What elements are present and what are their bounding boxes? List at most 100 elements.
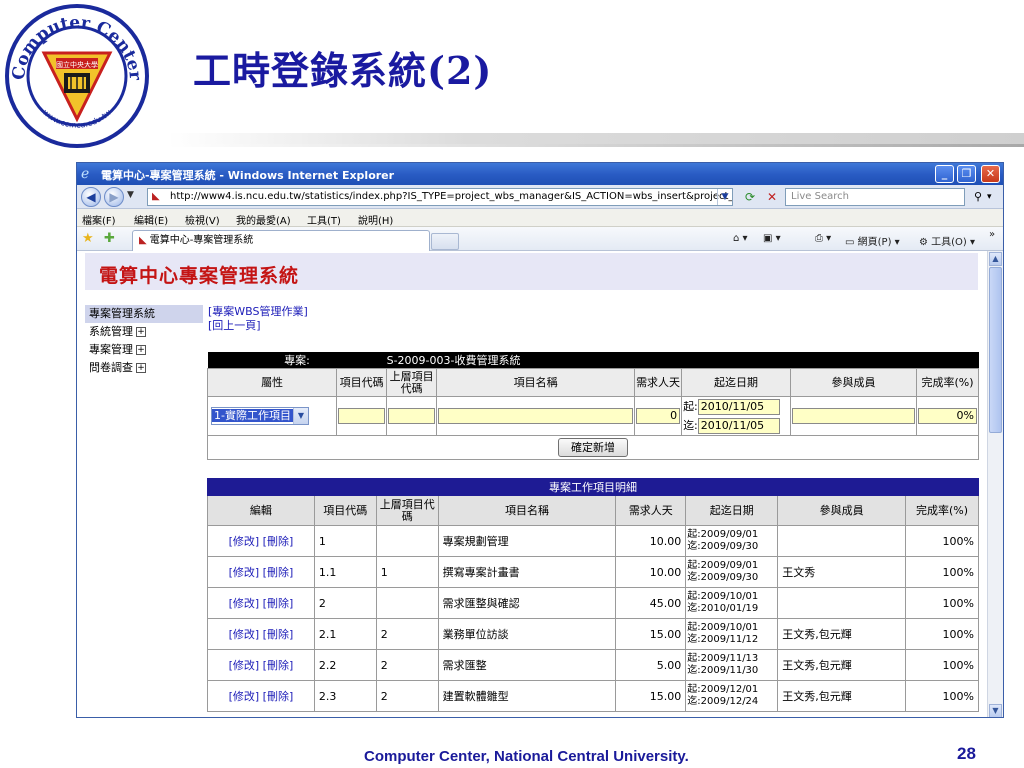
chevron-down-icon: ▼: [292, 408, 308, 424]
col-header: 需求人天: [634, 368, 683, 397]
expand-icon[interactable]: +: [136, 363, 146, 373]
sidebar-item-system-admin[interactable]: 系統管理 +: [85, 323, 203, 341]
refresh-button[interactable]: ⟳: [740, 188, 760, 206]
chevron-more-icon[interactable]: »: [989, 229, 995, 240]
item-name-input[interactable]: [438, 408, 634, 424]
edit-link[interactable]: [修改]: [229, 690, 260, 703]
expand-icon[interactable]: +: [136, 327, 146, 337]
sidebar: 專案管理系統 系統管理 + 專案管理 + 問卷調查 +: [85, 305, 203, 377]
completion-input[interactable]: 0%: [917, 408, 977, 424]
end-date: 迄:2009/09/30: [687, 541, 759, 552]
history-dropdown-icon[interactable]: ▼: [127, 190, 134, 200]
menu-file[interactable]: 檔案(F): [82, 212, 116, 227]
close-button[interactable]: ✕: [981, 165, 1000, 183]
slide-title: 工時登錄系統(2): [193, 48, 493, 93]
col-header: 項目名稱: [437, 495, 617, 526]
parent-code-input[interactable]: [388, 408, 436, 424]
sidebar-item-project-system[interactable]: 專案管理系統: [85, 305, 203, 323]
table-row: [修改] [刪除] 1 專案規劃管理 10.00 起:2009/09/01 迄:2…: [207, 525, 979, 557]
parent-code: 2: [375, 618, 439, 650]
new-tab-button[interactable]: [431, 233, 459, 250]
tab-bar: ★ ✚ ◣ 電算中心-專案管理系統 ⌂ ▾ ▣ ▾ ⎙ ▾ ▭ 網頁(P) ▾ ⚙…: [77, 227, 1003, 251]
favorites-star-icon[interactable]: ★: [82, 231, 94, 246]
home-icon[interactable]: ⌂ ▾: [733, 233, 748, 244]
title-divider: [168, 133, 1024, 147]
tools-menu[interactable]: ⚙ 工具(O) ▾: [919, 233, 975, 248]
maximize-button[interactable]: ❐: [957, 165, 976, 183]
completion: 100%: [905, 525, 979, 557]
completion: 100%: [905, 556, 979, 588]
end-label: 迄:: [683, 419, 698, 432]
edit-link[interactable]: [修改]: [229, 659, 260, 672]
feeds-icon[interactable]: ▣ ▾: [763, 233, 781, 244]
browser-tab[interactable]: ◣ 電算中心-專案管理系統: [132, 230, 430, 251]
delete-link[interactable]: [刪除]: [263, 535, 294, 548]
manday-input[interactable]: 0: [636, 408, 681, 424]
mandays: 15.00: [615, 680, 687, 712]
mandays: 10.00: [615, 556, 687, 588]
stop-button[interactable]: ✕: [762, 188, 782, 206]
members: 王文秀,包元輝: [777, 618, 907, 650]
confirm-add-button[interactable]: 確定新增: [558, 438, 628, 457]
delete-link[interactable]: [刪除]: [263, 566, 294, 579]
page-menu-label: 網頁(P): [857, 237, 892, 248]
print-icon[interactable]: ⎙ ▾: [815, 233, 831, 244]
delete-link[interactable]: [刪除]: [263, 628, 294, 641]
search-icon[interactable]: ⚲: [969, 188, 987, 206]
scroll-thumb[interactable]: [989, 267, 1002, 433]
wbs-manage-link[interactable]: [專案WBS管理作業]: [208, 305, 308, 319]
back-link[interactable]: [回上一頁]: [208, 319, 308, 333]
end-date-input[interactable]: 2010/11/05: [697, 418, 780, 434]
search-dropdown-icon[interactable]: ▾: [987, 188, 999, 206]
menu-view[interactable]: 檢視(V): [185, 212, 220, 227]
scroll-down-icon[interactable]: ▼: [989, 704, 1002, 717]
item-name: 需求匯整與確認: [437, 587, 617, 619]
edit-link[interactable]: [修改]: [229, 628, 260, 641]
menu-help[interactable]: 說明(H): [358, 212, 393, 227]
table-row: [修改] [刪除] 1.1 1 撰寫專案計畫書 10.00 起:2009/09/…: [207, 556, 979, 588]
delete-link[interactable]: [刪除]: [263, 659, 294, 672]
start-date: 起:2009/10/01: [687, 591, 759, 602]
item-code-input[interactable]: [338, 408, 386, 424]
menu-favorites[interactable]: 我的最愛(A): [236, 212, 291, 227]
edit-link[interactable]: [修改]: [229, 535, 260, 548]
forward-button[interactable]: ▶: [104, 187, 124, 207]
url-dropdown-icon[interactable]: ▼: [717, 189, 732, 205]
delete-link[interactable]: [刪除]: [263, 690, 294, 703]
add-favorite-icon[interactable]: ✚: [104, 231, 115, 246]
start-date: 起:2009/09/01: [687, 529, 759, 540]
end-date: 迄:2009/11/30: [687, 665, 759, 676]
url-input[interactable]: ◣ http://www4.is.ncu.edu.tw/statistics/in…: [147, 188, 733, 206]
edit-link[interactable]: [修改]: [229, 597, 260, 610]
edit-link[interactable]: [修改]: [229, 566, 260, 579]
expand-icon[interactable]: +: [136, 345, 146, 355]
window-titlebar[interactable]: ℯ 電算中心-專案管理系統 - Windows Internet Explore…: [77, 163, 1003, 185]
members-input[interactable]: [791, 408, 915, 424]
menu-tools[interactable]: 工具(T): [307, 212, 341, 227]
start-date-input[interactable]: 2010/11/05: [697, 399, 780, 415]
search-input[interactable]: Live Search: [785, 188, 965, 206]
attribute-select[interactable]: 1-實際工作項目 ▼: [211, 407, 309, 425]
item-name: 建置軟體雛型: [437, 680, 617, 712]
page-menu[interactable]: ▭ 網頁(P) ▾: [845, 233, 900, 248]
item-name: 業務單位訪談: [437, 618, 617, 650]
parent-code: [375, 525, 439, 557]
start-date: 起:2009/11/13: [687, 653, 759, 664]
minimize-button[interactable]: _: [935, 165, 954, 183]
scroll-up-icon[interactable]: ▲: [989, 252, 1002, 266]
app-title: 電算中心專案管理系統: [99, 265, 300, 287]
sidebar-item-project-admin[interactable]: 專案管理 +: [85, 341, 203, 359]
project-label: 專案:: [207, 352, 387, 369]
parent-code: 2: [375, 649, 439, 681]
page-viewport: 電算中心專案管理系統 專案管理系統 系統管理 + 專案管理 + 問卷調查 + [專案W…: [77, 251, 987, 717]
browser-window: ℯ 電算中心-專案管理系統 - Windows Internet Explore…: [76, 162, 1004, 718]
vertical-scrollbar[interactable]: ▲ ▼: [987, 251, 1003, 717]
ie-icon: ℯ: [81, 166, 90, 182]
sidebar-item-survey[interactable]: 問卷調查 +: [85, 359, 203, 377]
col-header: 參與成員: [789, 368, 917, 397]
menu-edit[interactable]: 編輯(E): [134, 212, 168, 227]
back-button[interactable]: ◀: [81, 187, 101, 207]
delete-link[interactable]: [刪除]: [263, 597, 294, 610]
completion: 100%: [905, 680, 979, 712]
slide-footer: Computer Center, National Central Univer…: [364, 748, 689, 765]
